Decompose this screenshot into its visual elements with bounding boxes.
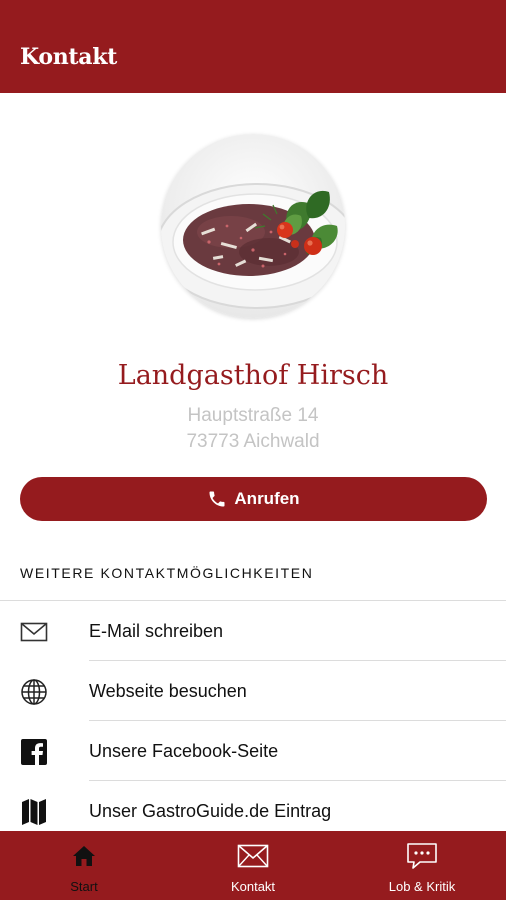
- page-title: Kontakt: [20, 44, 118, 70]
- phone-icon: [209, 491, 225, 507]
- bottom-tab-bar: Start Kontakt Lob & Kritik: [0, 831, 506, 900]
- contact-item-email[interactable]: E-Mail schreiben: [0, 601, 506, 661]
- tab-kontakt[interactable]: Kontakt: [169, 831, 337, 900]
- contact-item-label: Unsere Facebook-Seite: [89, 741, 279, 761]
- facebook-icon: [20, 738, 48, 766]
- contact-item-label: Webseite besuchen: [89, 681, 247, 701]
- call-button-label: Anrufen: [234, 489, 300, 508]
- tab-start[interactable]: Start: [0, 831, 168, 900]
- address-street: Hauptstraße 14: [187, 405, 319, 426]
- globe-icon: [20, 678, 48, 706]
- mail-icon: [20, 618, 48, 646]
- restaurant-name: Landgasthof Hirsch: [117, 360, 389, 391]
- contact-item-label: Unser GastroGuide.de Eintrag: [89, 801, 332, 821]
- tab-lob-kritik[interactable]: Lob & Kritik: [338, 831, 506, 900]
- contact-item-website[interactable]: Webseite besuchen: [0, 661, 506, 721]
- chat-icon: [406, 841, 438, 871]
- tab-label: Lob & Kritik: [388, 879, 456, 894]
- address-city: 73773 Aichwald: [186, 431, 320, 452]
- tab-label: Start: [70, 879, 98, 894]
- app-header: Kontakt: [0, 0, 506, 93]
- contact-item-facebook[interactable]: Unsere Facebook-Seite: [0, 721, 506, 781]
- restaurant-photo: [161, 134, 345, 318]
- mail-icon: [237, 841, 269, 871]
- contact-item-label: E-Mail schreiben: [89, 621, 224, 641]
- map-icon: [20, 798, 48, 826]
- home-icon: [72, 841, 96, 871]
- call-button[interactable]: Anrufen: [20, 477, 487, 521]
- tab-label: Kontakt: [230, 879, 276, 894]
- section-title: WEITERE KONTAKTMÖGLICHKEITEN: [20, 565, 314, 581]
